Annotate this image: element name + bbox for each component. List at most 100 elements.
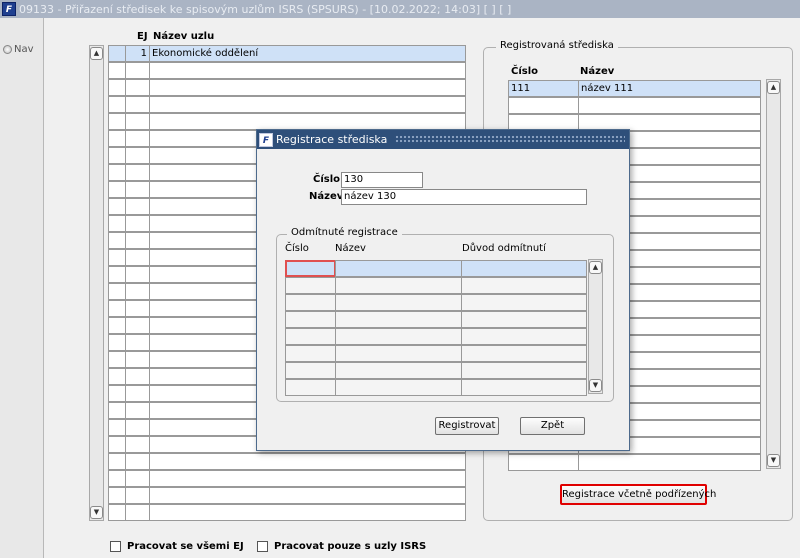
- ej-cell[interactable]: [125, 113, 150, 130]
- row-selector-cell[interactable]: [108, 62, 126, 79]
- registered-scrollbar[interactable]: ▲ ▼: [766, 79, 781, 469]
- ej-cell[interactable]: [125, 487, 150, 504]
- row-selector-cell[interactable]: [108, 45, 126, 62]
- ej-cell[interactable]: [125, 351, 150, 368]
- ej-cell[interactable]: [125, 232, 150, 249]
- rejected-name-cell[interactable]: [335, 362, 462, 379]
- center-name-cell[interactable]: [578, 97, 761, 114]
- row-selector-cell[interactable]: [108, 198, 126, 215]
- work-isrs-only-checkbox[interactable]: Pracovat pouze s uzly ISRS: [257, 541, 426, 552]
- ej-cell[interactable]: [125, 147, 150, 164]
- row-selector-cell[interactable]: [108, 487, 126, 504]
- node-name-cell[interactable]: [149, 487, 466, 504]
- row-selector-cell[interactable]: [108, 266, 126, 283]
- row-selector-cell[interactable]: [108, 419, 126, 436]
- rejected-scrollbar[interactable]: ▲ ▼: [588, 259, 603, 394]
- node-name-cell[interactable]: [149, 453, 466, 470]
- row-selector-cell[interactable]: [108, 385, 126, 402]
- rejection-reason-cell[interactable]: [461, 362, 587, 379]
- scroll-up-icon[interactable]: ▲: [767, 81, 780, 94]
- ej-cell[interactable]: [125, 266, 150, 283]
- ej-cell[interactable]: [125, 283, 150, 300]
- row-selector-cell[interactable]: [108, 300, 126, 317]
- rejected-name-cell[interactable]: [335, 311, 462, 328]
- node-name-cell[interactable]: [149, 79, 466, 96]
- rejection-reason-cell[interactable]: [461, 328, 587, 345]
- center-number-cell[interactable]: 111: [508, 80, 579, 97]
- row-selector-cell[interactable]: [108, 402, 126, 419]
- row-selector-cell[interactable]: [108, 164, 126, 181]
- ej-cell[interactable]: [125, 62, 150, 79]
- center-number-cell[interactable]: [508, 454, 579, 471]
- rejected-name-cell[interactable]: [335, 379, 462, 396]
- row-selector-cell[interactable]: [108, 79, 126, 96]
- row-selector-cell[interactable]: [108, 436, 126, 453]
- ej-cell[interactable]: [125, 96, 150, 113]
- row-selector-cell[interactable]: [108, 215, 126, 232]
- register-button[interactable]: Registrovat: [435, 417, 499, 435]
- rejection-reason-cell[interactable]: [461, 379, 587, 396]
- ej-cell[interactable]: [125, 504, 150, 521]
- name-input[interactable]: název 130: [341, 189, 587, 205]
- row-selector-cell[interactable]: [108, 283, 126, 300]
- rejection-reason-cell[interactable]: [461, 311, 587, 328]
- center-number-cell[interactable]: [508, 97, 579, 114]
- row-selector-cell[interactable]: [108, 113, 126, 130]
- scroll-down-icon[interactable]: ▼: [90, 506, 103, 519]
- scroll-down-icon[interactable]: ▼: [767, 454, 780, 467]
- rejected-number-cell[interactable]: [285, 328, 336, 345]
- row-selector-cell[interactable]: [108, 249, 126, 266]
- rejected-number-cell[interactable]: [285, 311, 336, 328]
- ej-cell[interactable]: [125, 334, 150, 351]
- ej-cell[interactable]: [125, 198, 150, 215]
- row-selector-cell[interactable]: [108, 181, 126, 198]
- ej-cell[interactable]: [125, 249, 150, 266]
- rejected-number-cell[interactable]: [285, 362, 336, 379]
- row-selector-cell[interactable]: [108, 317, 126, 334]
- rejection-reason-cell[interactable]: [461, 345, 587, 362]
- node-name-cell[interactable]: [149, 96, 466, 113]
- rejection-reason-cell[interactable]: [461, 294, 587, 311]
- ej-cell[interactable]: [125, 164, 150, 181]
- row-selector-cell[interactable]: [108, 351, 126, 368]
- rejected-number-cell[interactable]: [285, 277, 336, 294]
- row-selector-cell[interactable]: [108, 96, 126, 113]
- ej-cell[interactable]: [125, 402, 150, 419]
- node-name-cell[interactable]: Ekonomické oddělení: [149, 45, 466, 62]
- row-selector-cell[interactable]: [108, 334, 126, 351]
- ej-cell[interactable]: [125, 79, 150, 96]
- ej-cell[interactable]: [125, 419, 150, 436]
- dialog-title-bar[interactable]: F Registrace střediska: [257, 130, 629, 149]
- rejected-name-cell[interactable]: [335, 294, 462, 311]
- ej-cell[interactable]: 1: [125, 45, 150, 62]
- rejected-name-cell[interactable]: [335, 345, 462, 362]
- rejected-name-cell[interactable]: [335, 277, 462, 294]
- ej-cell[interactable]: [125, 436, 150, 453]
- row-selector-cell[interactable]: [108, 453, 126, 470]
- row-selector-cell[interactable]: [108, 232, 126, 249]
- ej-cell[interactable]: [125, 368, 150, 385]
- row-selector-cell[interactable]: [108, 130, 126, 147]
- rejected-number-cell[interactable]: [285, 260, 336, 277]
- ej-cell[interactable]: [125, 470, 150, 487]
- ej-cell[interactable]: [125, 215, 150, 232]
- ej-cell[interactable]: [125, 453, 150, 470]
- row-selector-cell[interactable]: [108, 368, 126, 385]
- node-name-cell[interactable]: [149, 504, 466, 521]
- scroll-up-icon[interactable]: ▲: [90, 47, 103, 60]
- rejection-reason-cell[interactable]: [461, 260, 587, 277]
- work-all-ej-checkbox[interactable]: Pracovat se všemi EJ: [110, 541, 244, 552]
- back-button[interactable]: Zpět: [520, 417, 585, 435]
- rejected-name-cell[interactable]: [335, 328, 462, 345]
- center-name-cell[interactable]: [578, 454, 761, 471]
- ej-cell[interactable]: [125, 300, 150, 317]
- nav-button[interactable]: Nav: [3, 44, 34, 55]
- ej-cell[interactable]: [125, 317, 150, 334]
- rejected-number-cell[interactable]: [285, 379, 336, 396]
- ej-cell[interactable]: [125, 181, 150, 198]
- nodes-scrollbar[interactable]: ▲ ▼: [89, 45, 104, 521]
- rejected-number-cell[interactable]: [285, 345, 336, 362]
- row-selector-cell[interactable]: [108, 504, 126, 521]
- register-with-subordinates-button[interactable]: Registrace včetně podřízených: [560, 484, 716, 505]
- number-input[interactable]: 130: [341, 172, 423, 188]
